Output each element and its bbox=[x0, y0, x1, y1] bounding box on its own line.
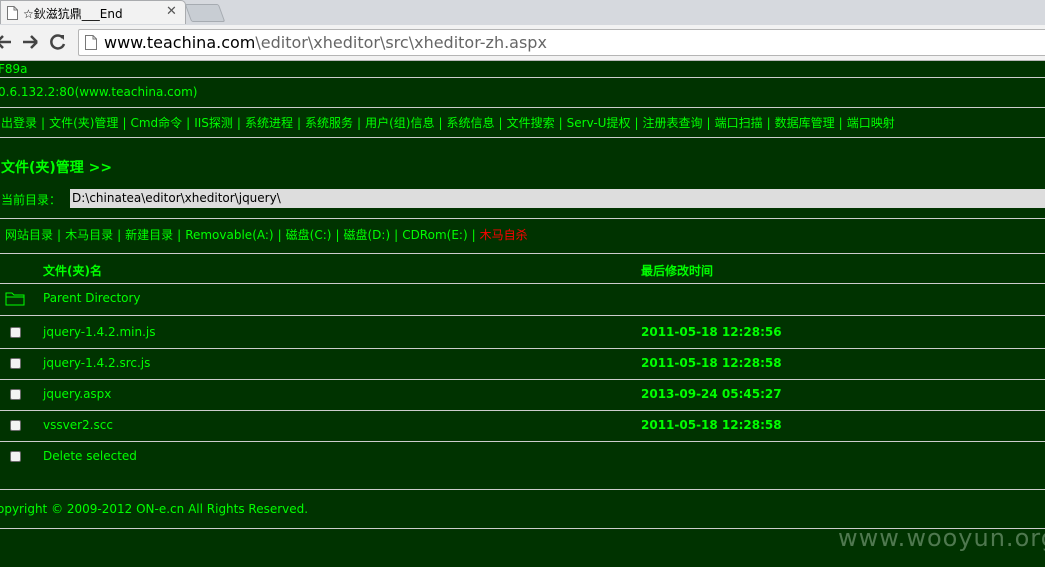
select-all-checkbox[interactable] bbox=[10, 451, 21, 462]
file-checkbox[interactable] bbox=[10, 327, 21, 338]
file-modified-time: 2013-09-24 05:45:27 bbox=[641, 387, 782, 401]
self-delete-link[interactable]: 木马自杀 bbox=[480, 228, 528, 242]
file-modified-time: 2011-05-18 12:28:56 bbox=[641, 325, 782, 339]
menu-item[interactable]: 出登录 bbox=[1, 116, 37, 130]
drive-separator: | bbox=[117, 228, 122, 242]
menu-separator: | bbox=[122, 116, 127, 130]
drive-separator: | bbox=[335, 228, 340, 242]
copyright-text: opyright © 2009-2012 ON-e.cn All Rights … bbox=[0, 502, 309, 516]
divider bbox=[0, 253, 1045, 254]
forward-arrow-icon[interactable] bbox=[20, 32, 40, 52]
divider bbox=[0, 489, 1045, 490]
file-modified-time: 2011-05-18 12:28:58 bbox=[641, 356, 782, 370]
divider bbox=[0, 315, 1045, 316]
menu-item[interactable]: Cmd命令 bbox=[130, 116, 182, 130]
drive-separator: | bbox=[277, 228, 282, 242]
parent-directory-row[interactable]: Parent Directory bbox=[0, 284, 1045, 315]
server-info-line: F89a bbox=[0, 62, 28, 76]
column-header-name: 文件(夹)名 bbox=[43, 264, 102, 278]
watermark: www.wooyun.org bbox=[838, 524, 1045, 552]
file-row[interactable]: jquery-1.4.2.min.js 2011-05-18 12:28:56 bbox=[0, 318, 1045, 349]
page-icon bbox=[7, 6, 18, 20]
file-checkbox[interactable] bbox=[10, 389, 21, 400]
menu-separator: | bbox=[634, 116, 639, 130]
divider bbox=[0, 137, 1045, 138]
delete-selected-link[interactable]: Delete selected bbox=[43, 449, 137, 463]
file-name-link[interactable]: jquery-1.4.2.src.js bbox=[43, 356, 150, 370]
drive-link[interactable]: 木马目录 bbox=[65, 228, 113, 242]
drive-link[interactable]: 磁盘(D:) bbox=[343, 228, 390, 242]
menu-separator: | bbox=[706, 116, 711, 130]
drive-link[interactable]: 磁盘(C:) bbox=[286, 228, 332, 242]
menu-item[interactable]: 系统进程 bbox=[245, 116, 293, 130]
drive-link[interactable]: 新建目录 bbox=[125, 228, 173, 242]
menu-separator: | bbox=[186, 116, 191, 130]
menu-separator: | bbox=[41, 116, 46, 130]
file-checkbox[interactable] bbox=[10, 420, 21, 431]
menu-separator: | bbox=[236, 116, 241, 130]
menu-separator: | bbox=[498, 116, 503, 130]
file-checkbox[interactable] bbox=[10, 358, 21, 369]
page-content: F89a 0.6.132.2:80(www.teachina.com) 出登录 |… bbox=[0, 61, 1045, 567]
server-address: 0.6.132.2:80(www.teachina.com) bbox=[0, 85, 198, 99]
file-name-link[interactable]: jquery.aspx bbox=[43, 387, 111, 401]
divider bbox=[0, 218, 1045, 219]
drive-links: 网站目录 | 木马目录 | 新建目录 | Removable(A:) | 磁盘(C:) | 磁盘(D… bbox=[5, 226, 528, 243]
folder-icon bbox=[5, 292, 25, 306]
tab-title: ☆鈥滋犺鼎___End bbox=[23, 7, 123, 21]
delete-selected-row: Delete selected bbox=[0, 442, 1045, 473]
menu-item[interactable]: 文件(夹)管理 bbox=[49, 116, 118, 130]
menu-item[interactable]: Serv-U提权 bbox=[567, 116, 631, 130]
menu-item[interactable]: 系统信息 bbox=[447, 116, 495, 130]
drive-separator: | bbox=[177, 228, 182, 242]
file-name-link[interactable]: vssver2.scc bbox=[43, 418, 113, 432]
menu-separator: | bbox=[558, 116, 563, 130]
menu-item[interactable]: 文件搜索 bbox=[507, 116, 555, 130]
drive-link[interactable]: Removable(A:) bbox=[185, 228, 273, 242]
file-name-link[interactable]: jquery-1.4.2.min.js bbox=[43, 325, 155, 339]
back-arrow-icon[interactable] bbox=[0, 32, 14, 52]
close-tab-icon[interactable]: ✕ bbox=[166, 4, 177, 19]
page-icon bbox=[85, 35, 97, 50]
address-bar[interactable]: www.teachina.com\editor\xheditor\src\xhe… bbox=[78, 29, 1045, 56]
url-text: www.teachina.com\editor\xheditor\src\xhe… bbox=[104, 33, 547, 52]
current-dir-input[interactable]: D:\chinatea\editor\xheditor\jquery\ bbox=[70, 189, 1045, 208]
menu-separator: | bbox=[766, 116, 771, 130]
menu-separator: | bbox=[438, 116, 443, 130]
drive-link[interactable]: CDRom(E:) bbox=[402, 228, 467, 242]
file-modified-time: 2011-05-18 12:28:58 bbox=[641, 418, 782, 432]
browser-tab[interactable]: ☆鈥滋犺鼎___End ✕ bbox=[0, 0, 186, 24]
divider bbox=[0, 107, 1045, 108]
browser-toolbar: www.teachina.com\editor\xheditor\src\xhe… bbox=[0, 25, 1045, 61]
section-title: 文件(夹)管理 >> bbox=[1, 160, 113, 176]
menu-item[interactable]: 数据库管理 bbox=[775, 116, 835, 130]
menu-item[interactable]: 端口映射 bbox=[847, 116, 895, 130]
menu-item[interactable]: 用户(组)信息 bbox=[365, 116, 434, 130]
menu-separator: | bbox=[296, 116, 302, 130]
file-row[interactable]: jquery.aspx 2013-09-24 05:45:27 bbox=[0, 380, 1045, 411]
file-row[interactable]: jquery-1.4.2.src.js 2011-05-18 12:28:58 bbox=[0, 349, 1045, 380]
menu-item[interactable]: 端口扫描 bbox=[715, 116, 763, 130]
menu-separator: | bbox=[838, 116, 843, 130]
current-dir-label: 当前目录： bbox=[1, 193, 62, 207]
menu-separator: | bbox=[357, 116, 362, 130]
menu-item[interactable]: 注册表查询 bbox=[643, 116, 703, 130]
browser-tabstrip: ☆鈥滋犺鼎___End ✕ bbox=[0, 0, 1045, 25]
reload-icon[interactable] bbox=[48, 32, 68, 52]
drive-link[interactable]: 网站目录 bbox=[5, 228, 53, 242]
url-host: www.teachina.com bbox=[104, 33, 256, 52]
column-header-modified: 最后修改时间 bbox=[641, 264, 714, 278]
new-tab-button[interactable] bbox=[184, 4, 226, 22]
main-menu: 出登录 | 文件(夹)管理 | Cmd命令 | IIS探测 | 系统进程 | 系统服务 | 用户(组)信… bbox=[1, 114, 895, 131]
drive-separator: | bbox=[394, 228, 399, 242]
divider bbox=[0, 77, 1045, 78]
file-row[interactable]: vssver2.scc 2011-05-18 12:28:58 bbox=[0, 411, 1045, 442]
drive-separator: | bbox=[57, 228, 62, 242]
drive-separator: | bbox=[471, 228, 476, 242]
menu-item[interactable]: 系统服务 bbox=[305, 116, 353, 130]
menu-item[interactable]: IIS探测 bbox=[194, 116, 233, 130]
url-path: \editor\xheditor\src\xheditor-zh.aspx bbox=[255, 33, 547, 52]
parent-directory-link[interactable]: Parent Directory bbox=[43, 291, 141, 305]
